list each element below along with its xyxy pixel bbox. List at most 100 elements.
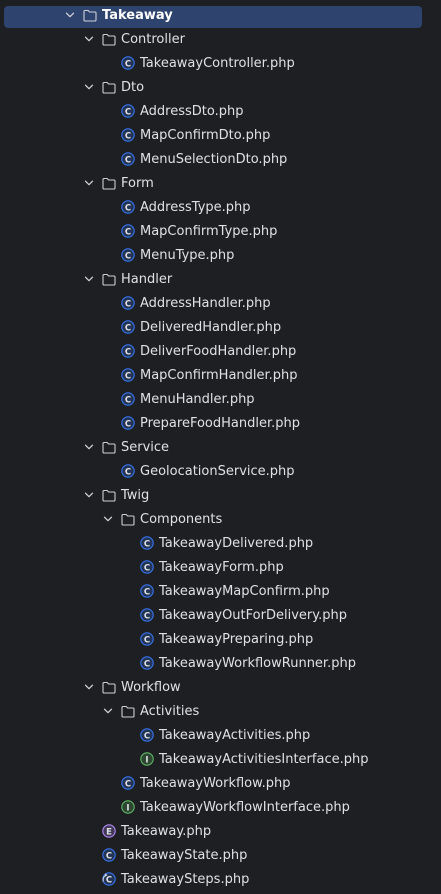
- tree-item-label: MenuHandler.php: [140, 391, 255, 407]
- chevron-down-icon[interactable]: [102, 705, 114, 717]
- tree-file-takeawaymapconfirm[interactable]: C TakeawayMapConfirm.php: [0, 579, 441, 603]
- tree-file-takeawaydelivered[interactable]: C TakeawayDelivered.php: [0, 531, 441, 555]
- svg-text:C: C: [144, 635, 150, 645]
- tree-item-label: MenuSelectionDto.php: [140, 151, 288, 167]
- tree-item-label: TakeawayOutForDelivery.php: [159, 607, 347, 623]
- svg-text:C: C: [125, 371, 131, 381]
- tree-file-menutype[interactable]: C MenuType.php: [0, 243, 441, 267]
- tree-file-deliverfoodhandler[interactable]: C DeliverFoodHandler.php: [0, 339, 441, 363]
- class-icon: C: [121, 776, 135, 790]
- svg-text:C: C: [144, 563, 150, 573]
- tree-folder-handler[interactable]: Handler: [0, 267, 441, 291]
- svg-text:C: C: [125, 59, 131, 69]
- svg-text:C: C: [125, 203, 131, 213]
- class-icon: C: [121, 248, 135, 262]
- tree-file-takeawayoutfordelivery[interactable]: C TakeawayOutForDelivery.php: [0, 603, 441, 627]
- svg-text:C: C: [125, 299, 131, 309]
- tree-file-takeawaycontroller[interactable]: C TakeawayController.php: [0, 51, 441, 75]
- tree-file-takeawayworkflowinterface[interactable]: I TakeawayWorkflowInterface.php: [0, 795, 441, 819]
- tree-file-mapconfirmdto[interactable]: C MapConfirmDto.php: [0, 123, 441, 147]
- tree-item-label: Activities: [140, 703, 200, 719]
- tree-item-label: TakeawayDelivered.php: [159, 535, 314, 551]
- svg-text:C: C: [125, 347, 131, 357]
- svg-text:C: C: [144, 587, 150, 597]
- tree-folder-service[interactable]: Service: [0, 435, 441, 459]
- tree-file-menuhandler[interactable]: C MenuHandler.php: [0, 387, 441, 411]
- chevron-down-icon[interactable]: [83, 441, 95, 453]
- tree-file-addresstype[interactable]: C AddressType.php: [0, 195, 441, 219]
- chevron-down-icon[interactable]: [83, 177, 95, 189]
- chevron-down-icon[interactable]: [83, 81, 95, 93]
- tree-file-takeawaysteps[interactable]: C TakeawaySteps.php: [0, 867, 441, 891]
- folder-icon: [83, 8, 97, 22]
- tree-item-label: DeliverFoodHandler.php: [140, 343, 297, 359]
- tree-item-label: Workflow: [121, 679, 181, 695]
- tree-folder-form[interactable]: Form: [0, 171, 441, 195]
- svg-text:C: C: [144, 659, 150, 669]
- class-icon: C: [121, 416, 135, 430]
- tree-item-label: AddressHandler.php: [140, 295, 271, 311]
- tree-folder-controller[interactable]: Controller: [0, 27, 441, 51]
- tree-file-takeawaypreparing[interactable]: C TakeawayPreparing.php: [0, 627, 441, 651]
- chevron-down-icon[interactable]: [83, 681, 95, 693]
- class-icon: C: [121, 200, 135, 214]
- tree-file-takeawayactivitiesinterface[interactable]: I TakeawayActivitiesInterface.php: [0, 747, 441, 771]
- folder-icon: [121, 704, 135, 718]
- tree-folder-workflow[interactable]: Workflow: [0, 675, 441, 699]
- svg-text:I: I: [145, 755, 148, 765]
- tree-file-addressdto[interactable]: C AddressDto.php: [0, 99, 441, 123]
- tree-folder-components[interactable]: Components: [0, 507, 441, 531]
- class-icon: C: [140, 632, 154, 646]
- tree-file-takeaway[interactable]: E Takeaway.php: [0, 819, 441, 843]
- class-icon: C: [121, 56, 135, 70]
- tree-file-preparefoodhandler[interactable]: C PrepareFoodHandler.php: [0, 411, 441, 435]
- tree-file-mapconfirmtype[interactable]: C MapConfirmType.php: [0, 219, 441, 243]
- tree-file-menuselectiondto[interactable]: C MenuSelectionDto.php: [0, 147, 441, 171]
- tree-file-addresshandler[interactable]: C AddressHandler.php: [0, 291, 441, 315]
- tree-item-label: TakeawayActivities.php: [159, 727, 311, 743]
- svg-text:C: C: [106, 875, 112, 885]
- tree-item-label: Handler: [121, 271, 173, 287]
- svg-text:C: C: [125, 155, 131, 165]
- folder-icon: [102, 440, 116, 454]
- folder-icon: [102, 80, 116, 94]
- tree-file-geolocationservice[interactable]: C GeolocationService.php: [0, 459, 441, 483]
- chevron-down-icon[interactable]: [102, 513, 114, 525]
- svg-text:C: C: [125, 419, 131, 429]
- tree-item-label: Twig: [121, 487, 150, 503]
- tree-item-label: Takeaway.php: [121, 823, 212, 839]
- svg-text:C: C: [125, 395, 131, 405]
- tree-file-mapconfirmhandler[interactable]: C MapConfirmHandler.php: [0, 363, 441, 387]
- chevron-down-icon[interactable]: [83, 273, 95, 285]
- tree-folder-twig[interactable]: Twig: [0, 483, 441, 507]
- tree-item-label: TakeawayWorkflowRunner.php: [159, 655, 356, 671]
- svg-text:C: C: [144, 611, 150, 621]
- folder-icon: [102, 680, 116, 694]
- tree-file-deliveredhandler[interactable]: C DeliveredHandler.php: [0, 315, 441, 339]
- tree-file-takeawayactivities[interactable]: C TakeawayActivities.php: [0, 723, 441, 747]
- tree-item-label: MapConfirmHandler.php: [140, 367, 298, 383]
- tree-file-takeawayworkflowrunner[interactable]: C TakeawayWorkflowRunner.php: [0, 651, 441, 675]
- tree-file-takeawayform[interactable]: C TakeawayForm.php: [0, 555, 441, 579]
- enum-icon: E: [102, 824, 116, 838]
- tree-folder-activities[interactable]: Activities: [0, 699, 441, 723]
- tree-folder-dto[interactable]: Dto: [0, 75, 441, 99]
- chevron-down-icon[interactable]: [83, 33, 95, 45]
- folder-icon: [102, 176, 116, 190]
- chevron-down-icon[interactable]: [64, 9, 76, 21]
- svg-text:C: C: [144, 539, 150, 549]
- folder-icon: [102, 488, 116, 502]
- tree-file-takeawayworkflow[interactable]: C TakeawayWorkflow.php: [0, 771, 441, 795]
- svg-text:E: E: [106, 827, 112, 837]
- class-icon: C: [140, 560, 154, 574]
- tree-file-takeawaystate[interactable]: C TakeawayState.php: [0, 843, 441, 867]
- tree-item-label: TakeawayActivitiesInterface.php: [159, 751, 369, 767]
- folder-icon: [102, 32, 116, 46]
- tree-item-label: Form: [121, 175, 154, 191]
- tree-folder-takeaway[interactable]: Takeaway: [0, 3, 441, 28]
- tree-item-label: TakeawaySteps.php: [121, 871, 250, 887]
- chevron-down-icon[interactable]: [83, 489, 95, 501]
- tree-item-label: MapConfirmDto.php: [140, 127, 271, 143]
- svg-text:C: C: [125, 779, 131, 789]
- class-icon: C: [121, 296, 135, 310]
